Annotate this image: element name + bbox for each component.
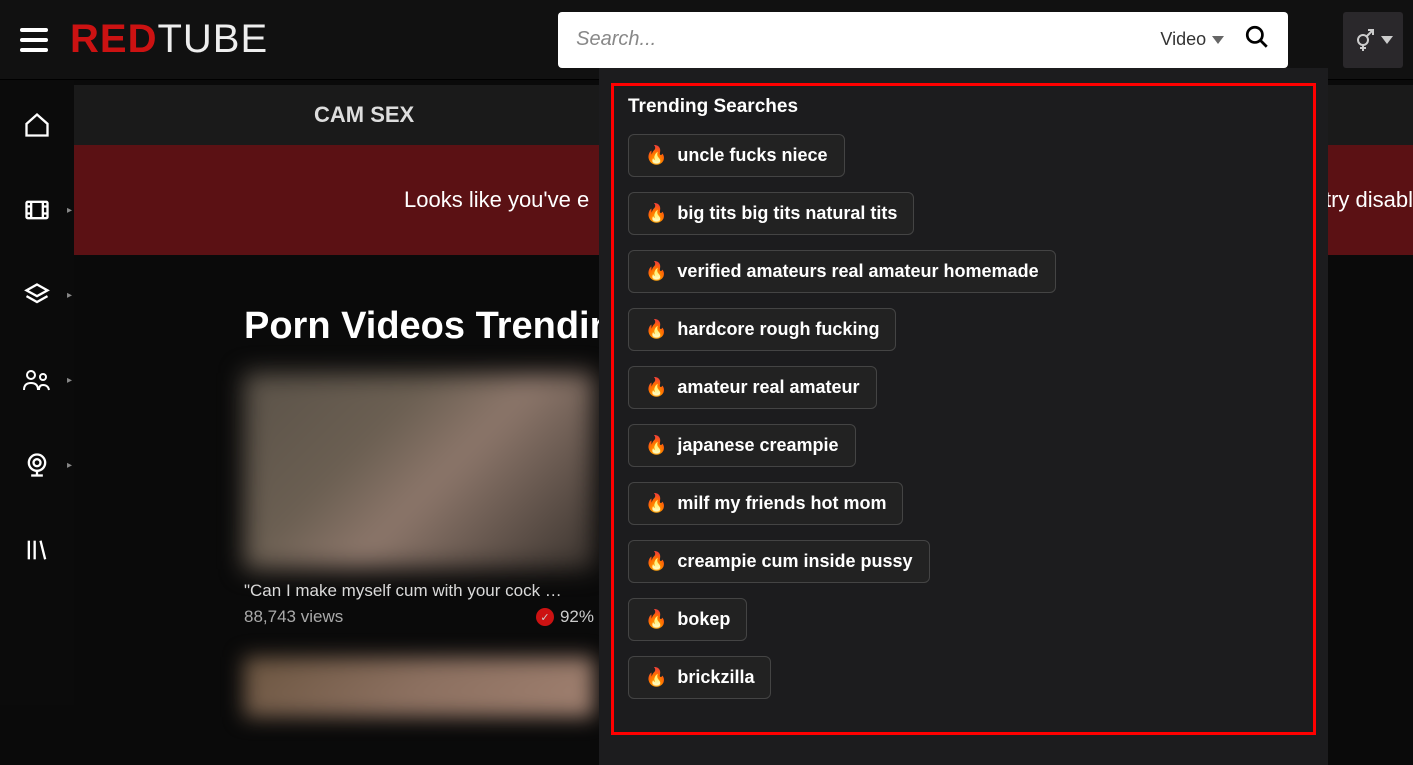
sidebar: ▸ ▸ ▸ ▸ <box>0 80 74 705</box>
trending-label: bokep <box>677 609 730 630</box>
chevron-down-icon <box>1212 36 1224 44</box>
trending-label: japanese creampie <box>677 435 838 456</box>
sidebar-pornstars[interactable]: ▸ <box>12 365 62 395</box>
video-views: 88,743 views <box>244 607 343 627</box>
video-thumbnail[interactable] <box>244 373 594 569</box>
chevron-right-icon: ▸ <box>67 375 72 386</box>
fire-icon: 🔥 <box>645 551 667 572</box>
trending-item[interactable]: 🔥 verified amateurs real amateur homemade <box>628 250 1056 293</box>
search-type-select[interactable]: Video <box>1160 29 1244 50</box>
trending-item[interactable]: 🔥 amateur real amateur <box>628 366 877 409</box>
sidebar-categories[interactable]: ▸ <box>12 280 62 310</box>
trending-label: amateur real amateur <box>677 377 859 398</box>
chevron-down-icon <box>1381 36 1393 44</box>
trending-item[interactable]: 🔥 uncle fucks niece <box>628 134 845 177</box>
video-rating-value: 92% <box>560 607 594 627</box>
trending-label: uncle fucks niece <box>677 145 827 166</box>
sidebar-videos[interactable]: ▸ <box>12 195 62 225</box>
trending-box: Trending Searches 🔥 uncle fucks niece 🔥 bi… <box>611 83 1316 735</box>
logo-red-part: RED <box>70 17 157 62</box>
fire-icon: 🔥 <box>645 261 667 282</box>
people-icon <box>22 367 52 393</box>
logo-white-part: TUBE <box>157 17 268 62</box>
webcam-icon <box>23 451 51 479</box>
trending-item[interactable]: 🔥 creampie cum inside pussy <box>628 540 930 583</box>
fire-icon: 🔥 <box>645 203 667 224</box>
trending-label: big tits big tits natural tits <box>677 203 897 224</box>
search-bar: Video <box>558 12 1288 68</box>
check-icon: ✓ <box>536 608 554 626</box>
trending-item[interactable]: 🔥 bokep <box>628 598 747 641</box>
video-title: "Can I make myself cum with your cock … <box>244 581 594 601</box>
video-meta: 88,743 views ✓ 92% <box>244 607 594 627</box>
subnav-item-camsex[interactable]: CAM SEX <box>314 102 414 128</box>
notice-text-left: Looks like you've e <box>404 187 589 213</box>
fire-icon: 🔥 <box>645 435 667 456</box>
sidebar-live[interactable]: ▸ <box>12 450 62 480</box>
film-icon <box>23 196 51 224</box>
fire-icon: 🔥 <box>645 667 667 688</box>
video-thumbnail[interactable] <box>244 657 594 717</box>
notice-text-right: try disabl <box>1325 187 1413 213</box>
sidebar-home[interactable] <box>12 110 62 140</box>
library-icon <box>23 536 51 564</box>
trending-item[interactable]: 🔥 hardcore rough fucking <box>628 308 896 351</box>
trending-item[interactable]: 🔥 big tits big tits natural tits <box>628 192 914 235</box>
trending-label: creampie cum inside pussy <box>677 551 912 572</box>
sidebar-library[interactable] <box>12 535 62 565</box>
trending-item[interactable]: 🔥 japanese creampie <box>628 424 856 467</box>
site-logo[interactable]: REDTUBE <box>70 17 268 62</box>
fire-icon: 🔥 <box>645 609 667 630</box>
search-dropdown: Trending Searches 🔥 uncle fucks niece 🔥 bi… <box>599 68 1328 765</box>
menu-button[interactable] <box>10 15 60 65</box>
chevron-right-icon: ▸ <box>67 205 72 216</box>
chevron-right-icon: ▸ <box>67 460 72 471</box>
fire-icon: 🔥 <box>645 377 667 398</box>
search-wrap: Video <box>558 12 1343 68</box>
home-icon <box>23 111 51 139</box>
trending-item[interactable]: 🔥 brickzilla <box>628 656 771 699</box>
search-input[interactable] <box>576 28 1160 51</box>
trending-label: milf my friends hot mom <box>677 493 886 514</box>
trending-label: verified amateurs real amateur homemade <box>677 261 1038 282</box>
trending-label: brickzilla <box>677 667 754 688</box>
layers-icon <box>23 281 51 309</box>
chevron-right-icon: ▸ <box>67 290 72 301</box>
trending-item[interactable]: 🔥 milf my friends hot mom <box>628 482 903 525</box>
video-rating: ✓ 92% <box>536 607 594 627</box>
fire-icon: 🔥 <box>645 145 667 166</box>
gender-icon <box>1353 28 1377 52</box>
account-button[interactable] <box>1343 12 1403 68</box>
search-icon[interactable] <box>1244 24 1270 55</box>
video-card[interactable]: "Can I make myself cum with your cock … … <box>244 373 594 717</box>
fire-icon: 🔥 <box>645 319 667 340</box>
trending-title: Trending Searches <box>628 96 1299 118</box>
search-type-label: Video <box>1160 29 1206 50</box>
trending-label: hardcore rough fucking <box>677 319 879 340</box>
fire-icon: 🔥 <box>645 493 667 514</box>
